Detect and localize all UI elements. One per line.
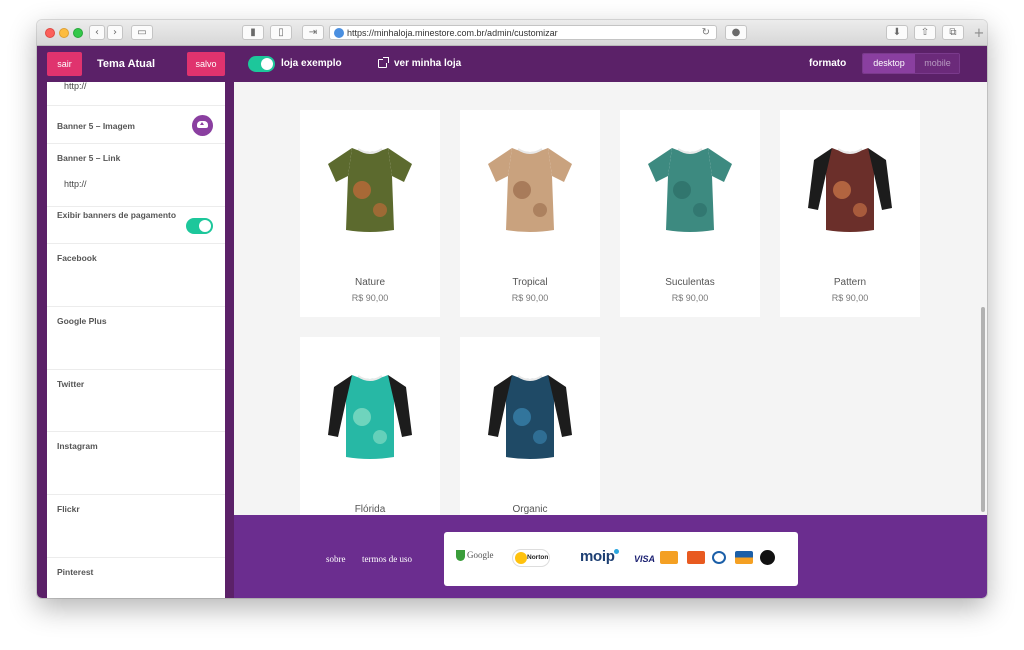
field-label: Banner 5 – Link: [57, 153, 121, 163]
minimize-window-icon[interactable]: [59, 28, 69, 38]
saved-button[interactable]: salvo: [187, 52, 225, 76]
product-name[interactable]: Organic: [460, 504, 600, 515]
norton-seal: Norton: [512, 549, 550, 567]
globe-icon: [334, 28, 344, 38]
extension-drop-icon[interactable]: ●: [725, 25, 747, 40]
field-label: Pinterest: [57, 567, 94, 577]
theme-title: Tema Atual: [97, 58, 156, 70]
flickr-field[interactable]: Flickr: [47, 495, 225, 558]
shield-icon: [456, 550, 465, 562]
product-shirt-image: [808, 148, 892, 232]
sidebar-toggle-icon[interactable]: ▭: [131, 25, 153, 40]
field-value[interactable]: http://: [64, 82, 87, 91]
customizer-sidebar: http:// Banner 5 – Imagem Banner 5 – Lin…: [37, 82, 234, 598]
visa-logo: VISA: [634, 554, 656, 564]
product-name[interactable]: Suculentas: [620, 277, 760, 288]
facebook-field[interactable]: Facebook: [47, 244, 225, 307]
product-card[interactable]: Tropical R$ 90,00: [460, 110, 600, 317]
google-plus-field[interactable]: Google Plus: [47, 307, 225, 370]
google-seal-text: Google: [467, 550, 494, 560]
url-text: https://minhaloja.minestore.com.br/admin…: [347, 28, 558, 38]
field-label: Facebook: [57, 253, 97, 263]
desktop-format-button[interactable]: desktop: [863, 54, 915, 73]
sample-store-label: loja exemplo: [281, 58, 342, 69]
sample-store-toggle[interactable]: [248, 56, 275, 72]
close-window-icon[interactable]: [45, 28, 55, 38]
view-store-link[interactable]: ver minha loja: [394, 46, 461, 82]
product-price: R$ 90,00: [671, 293, 709, 303]
browser-window: ‹ › ▭ ▮ ▯ ⇥ https://minhaloja.minestore.…: [37, 20, 987, 598]
twitter-field[interactable]: Twitter: [47, 370, 225, 432]
format-label: formato: [809, 58, 847, 69]
zoom-window-icon[interactable]: [73, 28, 83, 38]
downloads-icon[interactable]: ⬇: [886, 25, 908, 40]
banner-5-image-field: Banner 5 – Imagem: [47, 106, 225, 144]
address-bar[interactable]: https://minhaloja.minestore.com.br/admin…: [329, 25, 717, 40]
product-price: R$ 90,00: [351, 293, 389, 303]
mastercard-logo: [660, 551, 678, 564]
hipercard-logo: [687, 551, 705, 564]
format-switch: desktop mobile: [862, 53, 960, 74]
product-name[interactable]: Flórida: [300, 504, 440, 515]
product-card[interactable]: OrganicR$ 90,00: [460, 337, 600, 544]
toggle-knob: [199, 220, 211, 232]
field-label: Flickr: [57, 504, 80, 514]
forward-arrow-icon[interactable]: ›: [107, 25, 123, 40]
banner-4-link-field[interactable]: http://: [47, 82, 225, 106]
toggle-knob: [261, 58, 273, 70]
product-price: R$ 90,00: [511, 293, 549, 303]
banner-5-link-field[interactable]: Banner 5 – Link http://: [47, 144, 225, 207]
mobile-format-button[interactable]: mobile: [915, 54, 959, 73]
app-header: sair Tema Atual salvo loja exemplo ver m…: [37, 46, 987, 82]
field-label: Google Plus: [57, 316, 107, 326]
product-card[interactable]: FlóridaR$ 90,00: [300, 337, 440, 544]
elo-logo: [760, 550, 775, 565]
field-label: Twitter: [57, 379, 85, 389]
field-value[interactable]: http://: [64, 179, 87, 189]
about-link[interactable]: sobre: [326, 554, 346, 564]
browser-toolbar: ‹ › ▭ ▮ ▯ ⇥ https://minhaloja.minestore.…: [37, 20, 987, 46]
diners-logo: [712, 551, 726, 564]
aura-logo: [735, 551, 753, 564]
share-extension-icon[interactable]: ⇥: [302, 25, 324, 40]
product-shirt-image: [648, 148, 732, 232]
field-label: Exibir banners de pagamento: [57, 210, 177, 220]
pinterest-field[interactable]: Pinterest: [47, 558, 225, 598]
payment-banners-field: Exibir banners de pagamento: [47, 207, 225, 244]
store-footer: sobre termos de uso Google Norton moip V…: [234, 515, 987, 598]
back-arrow-icon[interactable]: ‹: [89, 25, 105, 40]
tabs-overview-icon[interactable]: ⧉: [942, 25, 964, 40]
external-link-icon: [378, 57, 389, 68]
scrollbar-thumb[interactable]: [981, 307, 985, 512]
google-safe-seal: Google: [456, 550, 494, 562]
product-card[interactable]: Nature R$ 90,00: [300, 110, 440, 317]
product-name[interactable]: Nature: [300, 277, 440, 288]
preview-scrollbar[interactable]: [980, 82, 987, 535]
product-shirt-image: [328, 375, 412, 459]
new-tab-button[interactable]: +: [971, 26, 987, 46]
product-shirt-image: [328, 148, 412, 232]
settings-panel: http:// Banner 5 – Imagem Banner 5 – Lin…: [47, 82, 225, 598]
instagram-field[interactable]: Instagram: [47, 432, 225, 495]
upload-icon[interactable]: [192, 115, 213, 136]
payment-banners-toggle[interactable]: [186, 218, 213, 234]
reload-icon[interactable]: ↻: [702, 26, 710, 39]
terms-link[interactable]: termos de uso: [362, 554, 412, 564]
product-shirt-image: [488, 148, 572, 232]
moip-logo: moip: [580, 548, 619, 565]
field-label: Instagram: [57, 441, 98, 451]
product-card[interactable]: Suculentas R$ 90,00: [620, 110, 760, 317]
bookmark-icon[interactable]: ▮: [242, 25, 264, 40]
payment-seals-box: Google Norton moip VISA: [444, 532, 798, 586]
product-name[interactable]: Tropical: [460, 277, 600, 288]
field-label: Banner 5 – Imagem: [57, 121, 135, 131]
product-shirt-image: [488, 375, 572, 459]
product-name[interactable]: Pattern: [780, 277, 920, 288]
reader-icon[interactable]: ▯: [270, 25, 292, 40]
exit-button[interactable]: sair: [47, 52, 82, 76]
product-card[interactable]: Pattern R$ 90,00: [780, 110, 920, 317]
product-price: R$ 90,00: [831, 293, 869, 303]
share-icon[interactable]: ⇧: [914, 25, 936, 40]
